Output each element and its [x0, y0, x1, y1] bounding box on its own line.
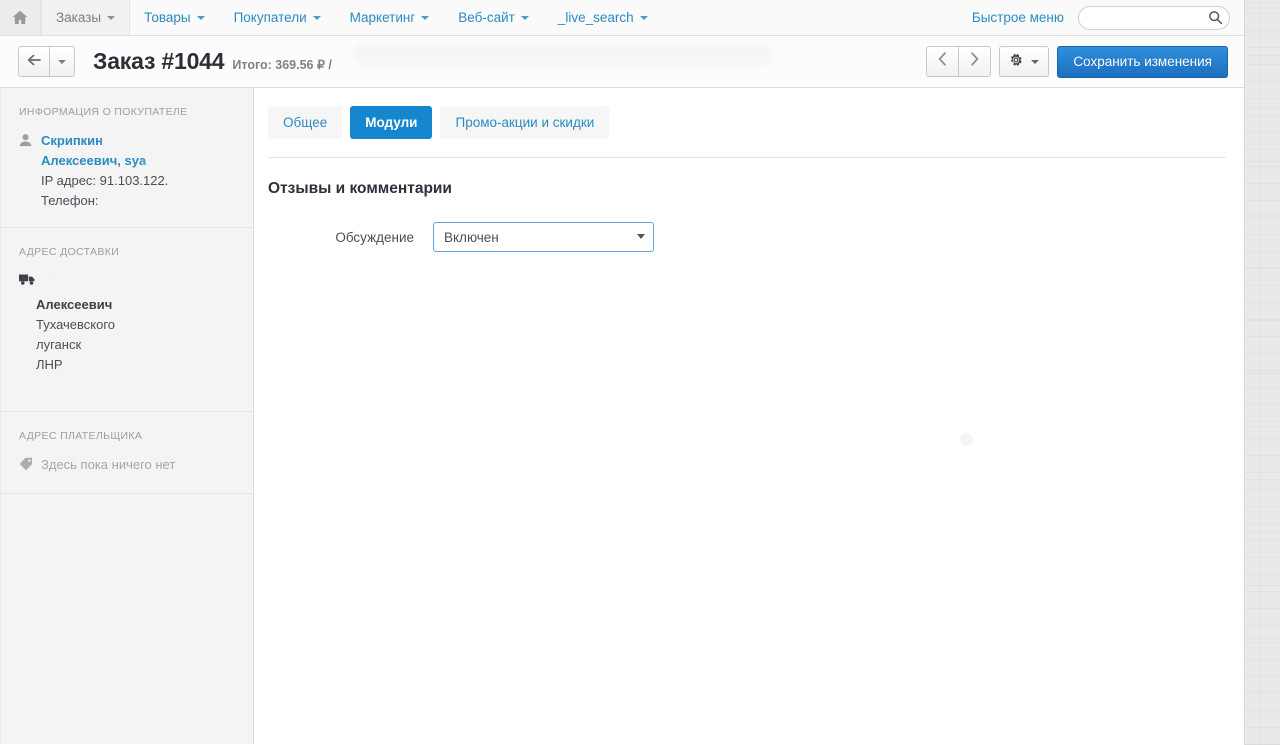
main-content: Общее Модули Промо-акции и скидки Отзывы… [254, 88, 1244, 744]
redacted-region [353, 42, 773, 68]
top-navigation-bar: Заказы Товары Покупатели Маркетинг Веб-с… [0, 0, 1244, 36]
billing-address-title: Адрес плательщика [19, 430, 237, 442]
nav-item-label: Веб-сайт [458, 10, 515, 25]
shipping-address-lines: Алексеевич Тухачевского луганск ЛНР [19, 295, 237, 375]
nav-item-website[interactable]: Веб-сайт [444, 0, 544, 35]
nav-item-label: Товары [144, 10, 190, 25]
discussion-select[interactable]: Включен [433, 222, 654, 252]
shipping-address-line: Тухачевского [36, 315, 237, 335]
page-toolbar: Заказ #1044 Итого: 369.56 ₽ / [0, 36, 1244, 88]
customer-name-line-2[interactable]: Алексеевич, sya [41, 151, 178, 171]
nav-item-orders[interactable]: Заказы [41, 0, 130, 35]
caret-down-icon [107, 16, 115, 20]
truck-icon [19, 271, 41, 291]
billing-empty-text: Здесь пока ничего нет [41, 455, 175, 475]
quick-menu-link[interactable]: Быстрое меню [972, 10, 1064, 25]
chevron-left-icon [938, 52, 947, 71]
shipping-address-line: Алексеевич [36, 297, 112, 312]
page-title-block: Заказ #1044 Итого: 369.56 ₽ / [93, 48, 926, 75]
caret-down-icon [421, 16, 429, 20]
tab-promotions-discounts[interactable]: Промо-акции и скидки [440, 106, 609, 139]
module-tabs: Общее Модули Промо-акции и скидки [268, 106, 1226, 139]
order-total-label: Итого: 369.56 ₽ / [232, 57, 332, 72]
back-button[interactable] [18, 46, 50, 77]
save-button[interactable]: Сохранить изменения [1057, 46, 1228, 78]
customer-phone: Телефон: [41, 191, 178, 211]
sidebar-filler [1, 494, 253, 724]
caret-down-icon [1031, 60, 1039, 64]
nav-item-live-search[interactable]: _live_search [544, 0, 663, 35]
customer-info-title: Информация о покупателе [19, 106, 237, 118]
settings-menu-button[interactable] [999, 46, 1049, 77]
home-button[interactable] [0, 0, 41, 35]
order-pager [926, 46, 991, 77]
tab-general[interactable]: Общее [268, 106, 342, 139]
arrow-left-icon [27, 54, 41, 69]
customer-name-line-1[interactable]: Скрипкин [41, 131, 178, 151]
nav-item-products[interactable]: Товары [130, 0, 219, 35]
nav-item-label: Маркетинг [350, 10, 416, 25]
gear-icon [1009, 53, 1023, 70]
nav-item-label: Заказы [56, 10, 101, 25]
search-input[interactable] [1078, 6, 1230, 30]
tag-icon [19, 455, 41, 475]
redacted-region [41, 278, 65, 288]
back-button-group [18, 46, 75, 77]
page-body: Информация о покупателе Скрипкин Ал [0, 88, 1244, 744]
app-window: Заказы Товары Покупатели Маркетинг Веб-с… [0, 0, 1245, 745]
top-navigation-right: Быстрое меню [972, 0, 1244, 35]
section-title: Отзывы и комментарии [268, 180, 1226, 198]
redacted-region [146, 154, 154, 168]
caret-down-icon [313, 16, 321, 20]
tabs-divider [268, 157, 1226, 158]
discussion-select-wrapper: Включен [433, 222, 654, 252]
page-title: Заказ #1044 [93, 48, 224, 75]
back-dropdown-button[interactable] [49, 46, 75, 77]
toolbar-actions: Сохранить изменения [926, 46, 1228, 78]
order-sidebar: Информация о покупателе Скрипкин Ал [0, 88, 254, 744]
chevron-right-icon [970, 52, 979, 71]
customer-name-text: Алексеевич, sya [41, 153, 146, 168]
previous-order-button[interactable] [926, 46, 959, 77]
shipping-address-line: луганск [36, 335, 237, 355]
discussion-label: Обсуждение [268, 230, 433, 245]
customer-name-text: Скрипкин [41, 133, 103, 148]
user-icon [19, 131, 41, 211]
discussion-form-row: Обсуждение Включен [268, 222, 1226, 252]
redacted-region [103, 134, 113, 148]
caret-down-icon [58, 60, 66, 64]
redacted-region [102, 193, 178, 207]
customer-info-panel: Информация о покупателе Скрипкин Ал [1, 88, 253, 228]
caret-down-icon [197, 16, 205, 20]
nav-item-marketing[interactable]: Маркетинг [336, 0, 445, 35]
shipping-address-panel: Адрес доставки Алексеевич Тухачевс [1, 228, 253, 412]
customer-ip-address: IP адрес: 91.103.122. [41, 171, 178, 191]
billing-address-panel: Адрес плательщика Здесь пока ничего нет [1, 412, 253, 494]
caret-down-icon [640, 16, 648, 20]
nav-item-customers[interactable]: Покупатели [220, 0, 336, 35]
shipping-address-title: Адрес доставки [19, 246, 237, 258]
caret-down-icon [521, 16, 529, 20]
customer-phone-label: Телефон: [41, 193, 99, 208]
tab-modules[interactable]: Модули [350, 106, 432, 139]
shipping-address-line: ЛНР [36, 355, 237, 375]
nav-item-label: _live_search [558, 10, 634, 25]
search-box [1078, 6, 1230, 30]
nav-item-label: Покупатели [234, 10, 307, 25]
loading-indicator [960, 433, 973, 446]
next-order-button[interactable] [958, 46, 991, 77]
home-icon [12, 10, 28, 25]
